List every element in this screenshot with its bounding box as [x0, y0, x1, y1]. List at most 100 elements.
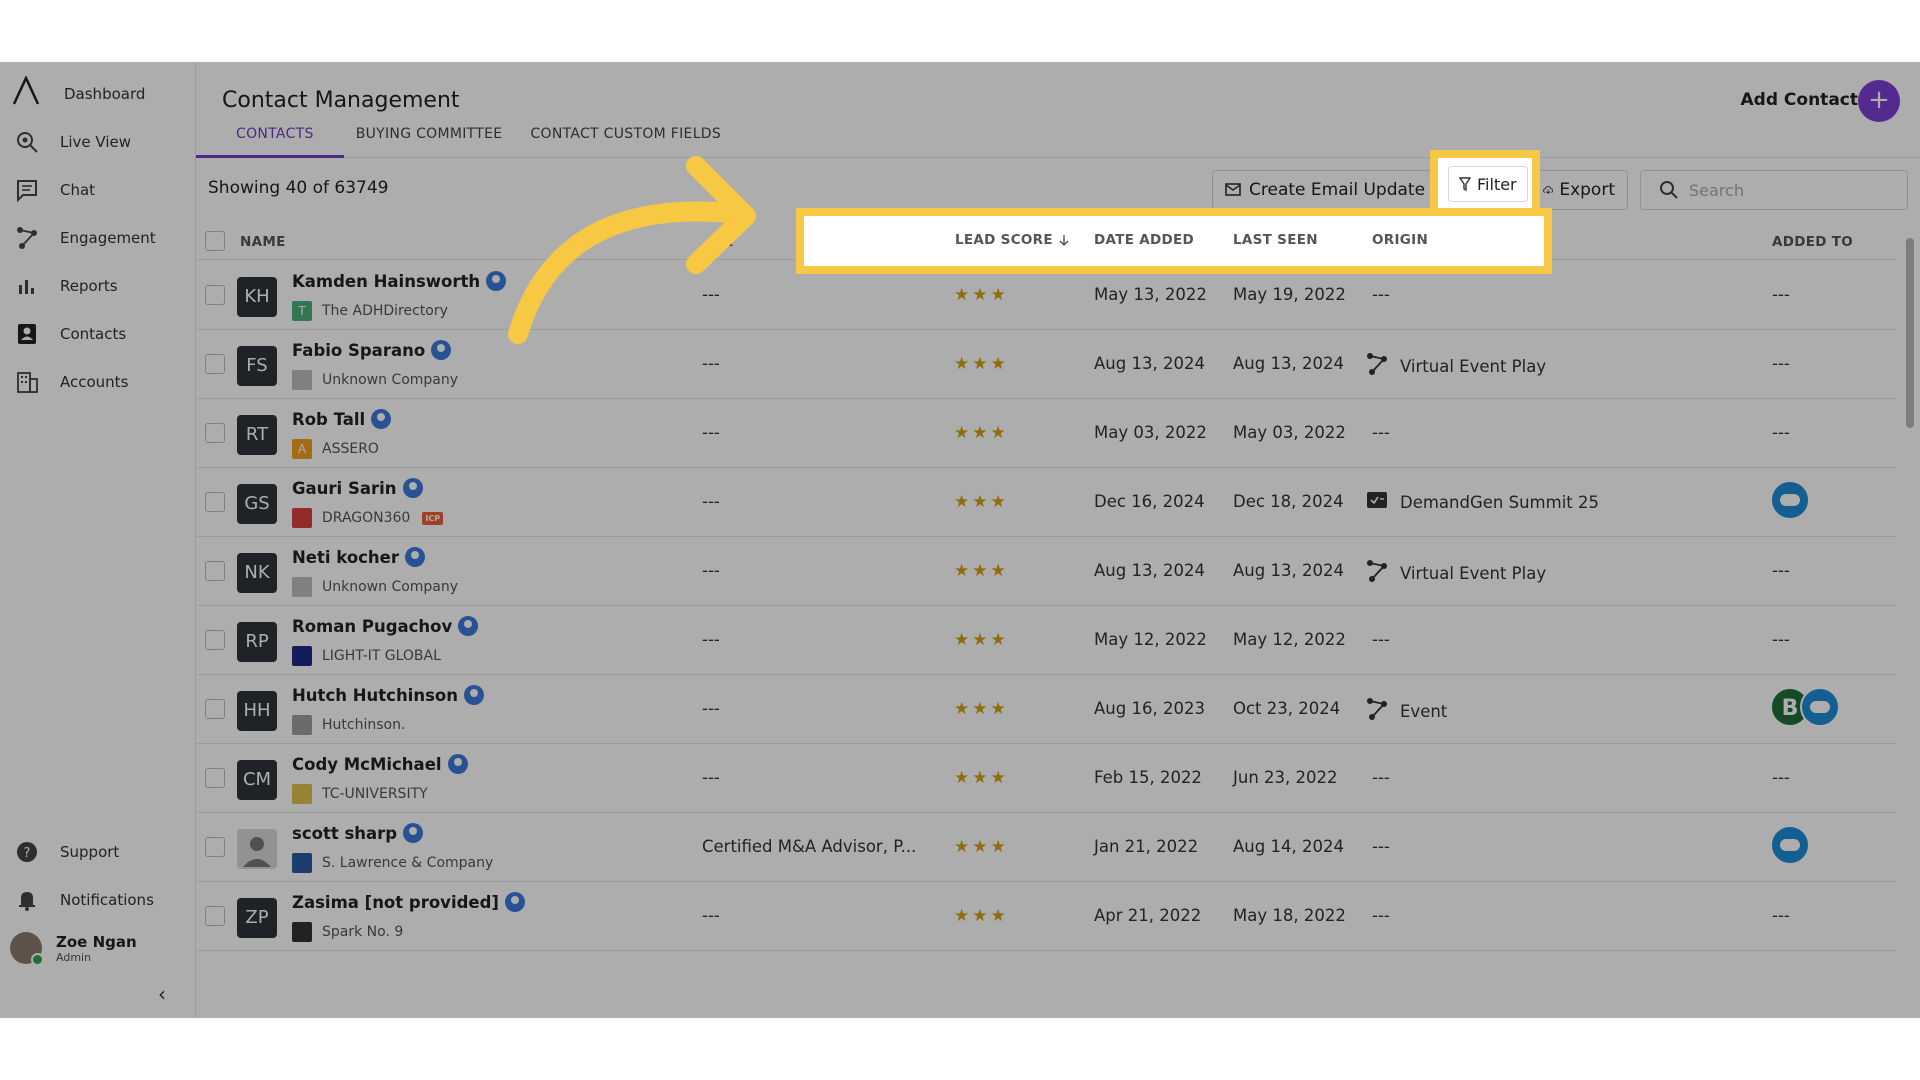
company-name: TC-UNIVERSITY — [322, 786, 428, 802]
date-added-cell: Aug 13, 2024 — [1094, 561, 1205, 580]
add-contact-button[interactable]: + — [1858, 80, 1900, 122]
salesforce-icon[interactable] — [1800, 687, 1840, 727]
row-checkbox[interactable] — [205, 492, 225, 512]
column-header-name[interactable]: NAME — [240, 234, 286, 250]
contact-name[interactable]: Gauri Sarin — [292, 478, 423, 498]
tab-buying-committee[interactable]: BUYING COMMITTEE — [344, 120, 519, 158]
form-icon — [1366, 490, 1388, 514]
export-button[interactable]: Export — [1530, 170, 1628, 210]
user-profile[interactable]: Zoe Ngan Admin — [10, 928, 190, 968]
add-contact-label[interactable]: Add Contact — [1741, 90, 1858, 110]
row-checkbox[interactable] — [205, 423, 225, 443]
sidebar-item-label: Accounts — [60, 373, 129, 391]
create-email-update-button[interactable]: Create Email Update — [1212, 170, 1439, 210]
contact-name-text: Gauri Sarin — [292, 478, 397, 498]
company[interactable]: S. Lawrence & Company — [292, 853, 493, 873]
row-checkbox[interactable] — [205, 906, 225, 926]
company[interactable]: Hutchinson. — [292, 715, 405, 735]
contact-name[interactable]: Kamden Hainsworth — [292, 271, 507, 291]
origin-cell[interactable]: Virtual Event Play — [1366, 352, 1546, 380]
contact-name[interactable]: Rob Tall — [292, 409, 392, 429]
scrollbar-thumb[interactable] — [1906, 238, 1914, 428]
company[interactable]: Spark No. 9 — [292, 922, 403, 942]
filter-button[interactable]: Filter — [1448, 166, 1528, 202]
row-checkbox[interactable] — [205, 561, 225, 581]
table-row[interactable]: CM Cody McMichael TC-UNIVERSITY --- ★★★ Feb 1… — [196, 744, 1896, 813]
origin-cell[interactable]: DemandGen Summit 25 — [1366, 490, 1599, 514]
contact-name[interactable]: Zasima [not provided] — [292, 892, 525, 912]
table-row[interactable]: RP Roman Pugachov LIGHT-IT GLOBAL --- ★★★ May… — [196, 606, 1896, 675]
salesforce-icon[interactable] — [1770, 480, 1810, 520]
last-seen-cell: May 18, 2022 — [1233, 906, 1346, 925]
table-row[interactable]: HH Hutch Hutchinson Hutchinson. --- ★★★ Aug 1… — [196, 675, 1896, 744]
contact-name[interactable]: scott sharp — [292, 823, 424, 843]
row-checkbox[interactable] — [205, 285, 225, 305]
row-checkbox[interactable] — [205, 699, 225, 719]
sidebar-item-support[interactable]: ? Support — [12, 832, 188, 872]
salesforce-icon[interactable] — [1770, 825, 1810, 865]
company[interactable]: A ASSERO — [292, 439, 379, 459]
company[interactable]: T The ADHDirectory — [292, 301, 448, 321]
column-header-origin[interactable]: ORIGIN — [1372, 232, 1428, 248]
company-name: DRAGON360 — [322, 510, 411, 526]
company-logo-icon — [292, 853, 312, 873]
logo-icon[interactable] — [12, 75, 40, 110]
company[interactable]: Unknown Company — [292, 370, 458, 390]
date-added-cell: Feb 15, 2022 — [1094, 768, 1202, 787]
added-to-cell: --- — [1772, 354, 1790, 373]
company[interactable]: TC-UNIVERSITY — [292, 784, 428, 804]
sidebar-item-live-view[interactable]: Live View — [12, 122, 188, 162]
lead-score-stars: ★★★ — [954, 699, 1009, 719]
company[interactable]: DRAGON360 ICP — [292, 508, 444, 528]
company[interactable]: Unknown Company — [292, 577, 458, 597]
column-header-date-added[interactable]: DATE ADDED — [1094, 232, 1194, 248]
contact-name[interactable]: Roman Pugachov — [292, 616, 479, 636]
row-checkbox[interactable] — [205, 630, 225, 650]
date-added-cell: May 12, 2022 — [1094, 630, 1207, 649]
company-name: ASSERO — [322, 441, 379, 457]
origin-cell[interactable]: Event — [1366, 697, 1447, 725]
sort-down-arrow-icon — [1059, 235, 1069, 246]
table-row[interactable]: FS Fabio Sparano Unknown Company --- ★★★ Aug … — [196, 330, 1896, 399]
company[interactable]: LIGHT-IT GLOBAL — [292, 646, 441, 666]
row-checkbox[interactable] — [205, 768, 225, 788]
contact-name[interactable]: Fabio Sparano — [292, 340, 452, 360]
row-checkbox[interactable] — [205, 354, 225, 374]
table-row[interactable]: NK Neti kocher Unknown Company --- ★★★ Aug 13… — [196, 537, 1896, 606]
sidebar-item-dashboard[interactable]: Dashboard — [38, 74, 188, 114]
added-to-cell: --- — [1772, 630, 1790, 649]
date-added-cell: Jan 21, 2022 — [1094, 837, 1199, 856]
column-header-lead-score[interactable]: LEAD SCORE — [955, 232, 1069, 248]
table-row[interactable]: scott sharp S. Lawrence & Company Certifie… — [196, 813, 1896, 882]
company-logo-icon — [292, 922, 312, 942]
sidebar-item-notifications[interactable]: Notifications — [12, 880, 188, 920]
date-added-cell: Aug 13, 2024 — [1094, 354, 1205, 373]
origin-cell[interactable]: Virtual Event Play — [1366, 559, 1546, 587]
sidebar-item-chat[interactable]: Chat — [12, 170, 188, 210]
table-row[interactable]: GS Gauri Sarin DRAGON360 ICP --- ★★★ Dec 16, 2… — [196, 468, 1896, 537]
collapse-sidebar-chevron-icon[interactable]: ‹ — [158, 982, 166, 1006]
select-all-checkbox[interactable] — [205, 231, 225, 251]
contact-name[interactable]: Hutch Hutchinson — [292, 685, 484, 705]
contact-name[interactable]: Neti kocher — [292, 547, 426, 567]
sidebar-item-accounts[interactable]: Accounts — [12, 362, 188, 402]
last-seen-cell: Aug 13, 2024 — [1233, 561, 1344, 580]
origin-text: DemandGen Summit 25 — [1400, 492, 1599, 512]
column-header-last-seen[interactable]: LAST SEEN — [1233, 232, 1318, 248]
table-row[interactable]: RT Rob Tall A ASSERO --- ★★★ May 03, 2022 May 0… — [196, 399, 1896, 468]
column-header-added-to[interactable]: ADDED TO — [1772, 234, 1853, 250]
tab-contacts[interactable]: CONTACTS — [196, 120, 344, 158]
tab-contact-custom-fields[interactable]: CONTACT CUSTOM FIELDS — [518, 120, 751, 158]
lead-score-stars: ★★★ — [954, 768, 1009, 788]
row-checkbox[interactable] — [205, 837, 225, 857]
engagement-icon — [17, 227, 37, 249]
search-box[interactable] — [1640, 170, 1908, 210]
date-added-cell: Dec 16, 2024 — [1094, 492, 1205, 511]
bell-icon — [19, 892, 35, 911]
contact-name[interactable]: Cody McMichael — [292, 754, 468, 774]
sidebar-item-reports[interactable]: Reports — [12, 266, 188, 306]
sidebar-item-contacts[interactable]: Contacts — [12, 314, 188, 354]
sidebar-item-engagement[interactable]: Engagement — [12, 218, 188, 258]
table-row[interactable]: ZP Zasima [not provided] Spark No. 9 --- ★★★… — [196, 882, 1896, 951]
search-input[interactable] — [1689, 180, 1889, 200]
